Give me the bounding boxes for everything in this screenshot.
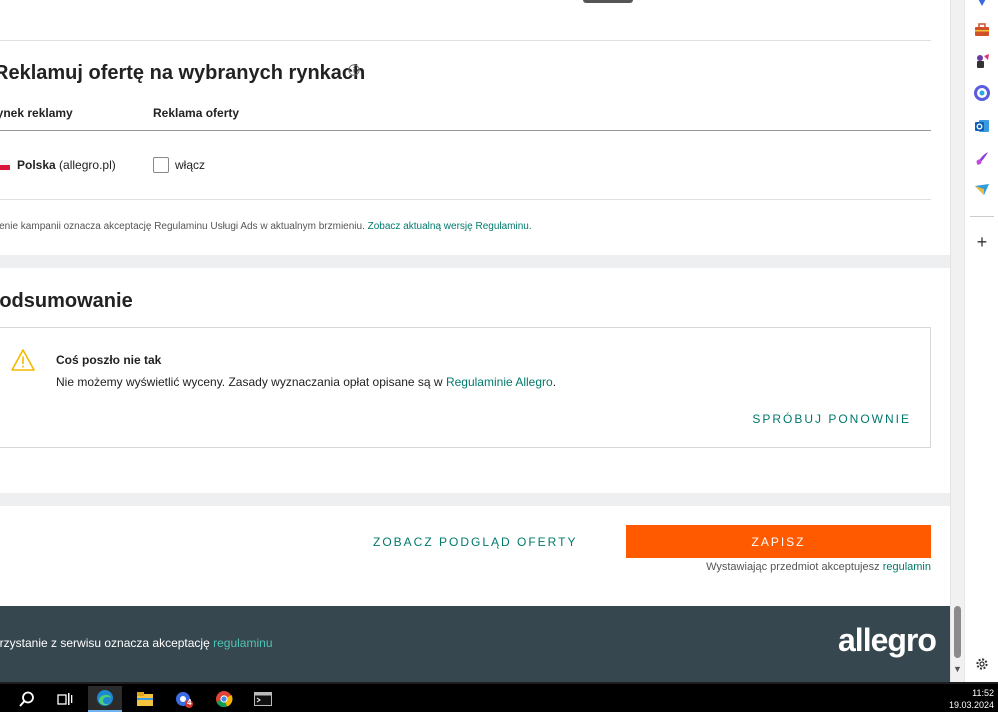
notification-badge: 4 (187, 698, 192, 707)
alert-title: Coś poszło nie tak (56, 353, 162, 367)
browser-sidebar: + (964, 0, 998, 682)
settings-gear-icon[interactable] (973, 655, 991, 673)
page-scrollbar[interactable]: ▼ (950, 0, 964, 682)
save-button[interactable]: ZAPISZ (626, 525, 931, 558)
warning-icon (11, 349, 35, 376)
checkbox-label[interactable]: włącz (175, 158, 205, 172)
section-separator (0, 255, 950, 268)
file-explorer-icon[interactable] (128, 686, 162, 712)
ads-terms-link[interactable]: Zobacz aktualną wersję Regulaminu. (368, 221, 532, 232)
outlook-icon[interactable] (973, 117, 991, 135)
preview-offer-button[interactable]: ZOBACZ PODGLĄD OFERTY (373, 535, 577, 549)
table-header-divider (0, 130, 931, 131)
row-divider (0, 199, 931, 200)
poland-flag-icon (0, 160, 10, 170)
search-icon[interactable] (10, 686, 44, 712)
accept-terms-link[interactable]: regulamin (883, 561, 931, 573)
copilot-icon[interactable] (973, 0, 991, 12)
column-header-market: Rynek reklamy (0, 106, 73, 120)
accept-note: Wystawiając przedmiot akceptujesz regula… (706, 561, 931, 573)
terminal-icon[interactable] (246, 686, 280, 712)
clock-date: 19.03.2024 (948, 700, 994, 710)
info-icon[interactable] (348, 63, 360, 81)
sidebar-divider (970, 216, 994, 217)
tools-icon[interactable] (973, 21, 991, 39)
ads-section-title: Reklamuj ofertę na wybranych rynkach (0, 62, 366, 84)
scroll-down-arrow-icon[interactable]: ▼ (953, 664, 962, 674)
summary-title: Podsumowanie (0, 290, 133, 312)
allegro-terms-link[interactable]: Regulaminie Allegro (446, 375, 553, 389)
designer-icon[interactable] (973, 149, 991, 167)
allegro-logo[interactable]: allegro (838, 622, 937, 659)
footer-note: Korzystanie z serwisu oznacza akceptację… (0, 636, 273, 650)
games-icon[interactable] (973, 52, 991, 70)
microsoft365-icon[interactable] (973, 84, 991, 102)
edge-browser-icon[interactable] (88, 686, 122, 712)
scrollbar-thumb[interactable] (954, 606, 961, 658)
footer-terms-link[interactable]: regulaminu (213, 636, 272, 650)
section-separator (0, 493, 950, 506)
ads-terms-note: Utworzenie kampanii oznacza akceptację R… (0, 221, 532, 232)
send-icon[interactable] (973, 181, 991, 199)
windows-taskbar: 4 11:52 19.03.2024 (0, 682, 998, 712)
add-icon[interactable]: + (973, 232, 991, 252)
system-clock[interactable]: 11:52 19.03.2024 (949, 687, 994, 711)
page-footer: Korzystanie z serwisu oznacza akceptację… (0, 606, 950, 682)
chrome-icon[interactable] (207, 686, 241, 712)
outlook-taskbar-icon[interactable]: 4 (167, 686, 201, 712)
allegro-page: Reklamuj ofertę na wybranych rynkach Ryn… (0, 0, 950, 682)
retry-button[interactable]: SPRÓBUJ PONOWNIE (752, 412, 911, 426)
top-divider (0, 40, 931, 41)
market-name: Polska (allegro.pl) (17, 158, 116, 172)
column-header-ad: Reklama oferty (153, 106, 240, 120)
error-alert: Coś poszło nie tak Nie możemy wyświetlić… (0, 327, 931, 448)
image-fragment (583, 0, 633, 3)
enable-ad-checkbox[interactable] (153, 157, 169, 173)
alert-message: Nie możemy wyświetlić wyceny. Zasady wyz… (56, 375, 557, 389)
task-view-icon[interactable] (48, 686, 82, 712)
clock-time: 11:52 (972, 688, 994, 698)
